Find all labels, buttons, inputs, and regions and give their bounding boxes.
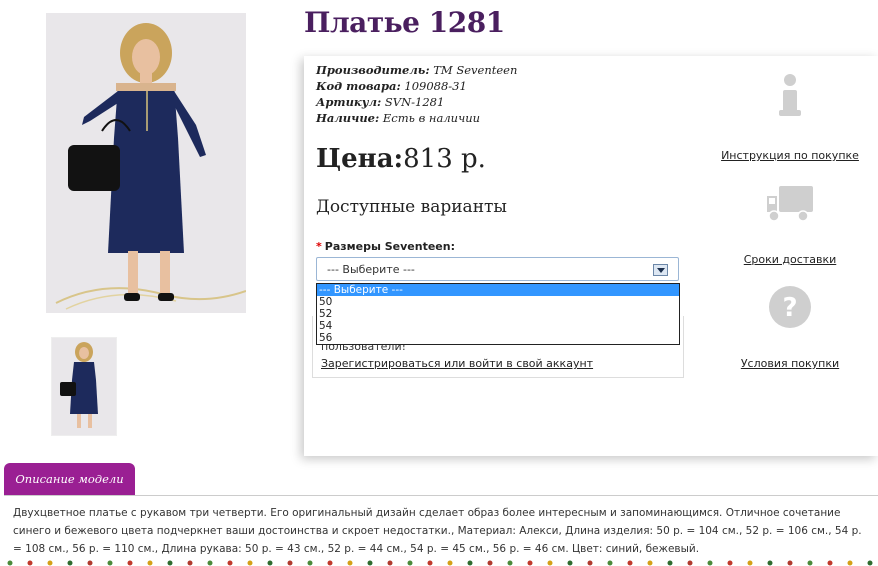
info-label: Артикул: — [316, 95, 382, 109]
article-row: Артикул: SVN-1281 — [316, 94, 517, 110]
garland-bead — [867, 560, 873, 566]
info-label: Производитель: — [316, 63, 430, 77]
garland-bead — [447, 560, 453, 566]
garland-bead — [587, 560, 593, 566]
delivery-link[interactable]: Сроки доставки — [715, 253, 865, 266]
garland-bead — [47, 560, 53, 566]
garland-bead — [727, 560, 733, 566]
description-text: Двухцветное платье с рукавом три четверт… — [13, 507, 862, 555]
info-label: Наличие: — [316, 111, 380, 125]
garland-bead — [467, 560, 473, 566]
garland-bead — [167, 560, 173, 566]
size-label-text: Размеры Seventeen: — [324, 240, 455, 253]
size-select[interactable]: --- Выберите --- — [316, 257, 679, 281]
info-icon — [779, 74, 801, 116]
size-option-placeholder[interactable]: --- Выберите --- — [317, 284, 679, 296]
delivery-block: Сроки доставки — [715, 182, 865, 266]
conditions-block: ? Условия покупки — [715, 284, 865, 370]
garland-bead — [667, 560, 673, 566]
size-select-value: --- Выберите --- — [327, 263, 415, 276]
garland-bead — [107, 560, 113, 566]
garland-bead — [707, 560, 713, 566]
garland-bead — [387, 560, 393, 566]
description-divider — [4, 495, 878, 496]
garland-bead — [347, 560, 353, 566]
info-value: 109088-31 — [404, 79, 467, 93]
product-photo[interactable] — [46, 13, 246, 313]
tab-description[interactable]: Описание модели — [4, 463, 135, 495]
product-photo-image — [46, 13, 246, 313]
product-panel: Производитель: ТМ Seventeen Код товара: … — [304, 56, 878, 456]
garland-bead — [67, 560, 73, 566]
garland-bead — [287, 560, 293, 566]
garland-bead — [247, 560, 253, 566]
size-dropdown-list[interactable]: --- Выберите --- 50 52 54 56 — [316, 283, 680, 345]
variants-title: Доступные варианты — [316, 197, 507, 217]
price-value: 813 р. — [403, 144, 486, 174]
conditions-link[interactable]: Условия покупки — [715, 357, 865, 370]
garland-bead — [567, 560, 573, 566]
garland-bead — [527, 560, 533, 566]
product-info: Производитель: ТМ Seventeen Код товара: … — [316, 62, 517, 126]
garland-bead — [507, 560, 513, 566]
size-label: * Размеры Seventeen: — [316, 240, 455, 253]
thumbnail-image — [52, 338, 116, 435]
size-option-50[interactable]: 50 — [317, 296, 679, 308]
instruction-block: Инструкция по покупке — [715, 72, 865, 162]
size-option-56[interactable]: 56 — [317, 332, 679, 344]
info-label: Код товара: — [316, 79, 401, 93]
price: Цена:813 р. — [316, 144, 486, 174]
garland-bead — [207, 560, 213, 566]
size-option-54[interactable]: 54 — [317, 320, 679, 332]
garland-bead — [367, 560, 373, 566]
garland-bead — [267, 560, 273, 566]
required-mark: * — [316, 240, 322, 253]
info-value: SVN-1281 — [384, 95, 445, 109]
product-thumbnail[interactable] — [51, 337, 117, 436]
manufacturer-link[interactable]: ТМ Seventeen — [433, 63, 517, 77]
truck-icon — [767, 186, 813, 222]
garland-bead — [147, 560, 153, 566]
question-icon: ? — [769, 286, 811, 328]
garland-bead — [327, 560, 333, 566]
info-value: Есть в наличии — [382, 111, 481, 125]
garland-bead — [187, 560, 193, 566]
garland-bead — [407, 560, 413, 566]
size-option-52[interactable]: 52 — [317, 308, 679, 320]
garland-bead — [787, 560, 793, 566]
garland-bead — [647, 560, 653, 566]
garland-bead — [687, 560, 693, 566]
garland-bead — [807, 560, 813, 566]
manufacturer-row: Производитель: ТМ Seventeen — [316, 62, 517, 78]
garland-bead — [27, 560, 33, 566]
garland-bead — [127, 560, 133, 566]
garland-bead — [427, 560, 433, 566]
garland-bead — [547, 560, 553, 566]
chevron-down-icon[interactable] — [653, 264, 668, 276]
garland-bead — [827, 560, 833, 566]
svg-text:?: ? — [782, 293, 797, 323]
garland-bead — [7, 560, 13, 566]
garland-bead — [627, 560, 633, 566]
garland-bead — [847, 560, 853, 566]
garland-bead — [87, 560, 93, 566]
availability-row: Наличие: Есть в наличии — [316, 110, 517, 126]
product-title: Платье 1281 — [304, 6, 505, 39]
product-code-row: Код товара: 109088-31 — [316, 78, 517, 94]
garland-bead — [747, 560, 753, 566]
garland-bead — [487, 560, 493, 566]
garland-bead — [307, 560, 313, 566]
garland-bead — [607, 560, 613, 566]
garland-bead — [227, 560, 233, 566]
instruction-link[interactable]: Инструкция по покупке — [715, 149, 865, 162]
register-login-link[interactable]: Зарегистрироваться или войти в свой акка… — [321, 357, 593, 370]
garland-decoration — [7, 560, 873, 566]
garland-bead — [767, 560, 773, 566]
price-label: Цена: — [316, 144, 404, 174]
